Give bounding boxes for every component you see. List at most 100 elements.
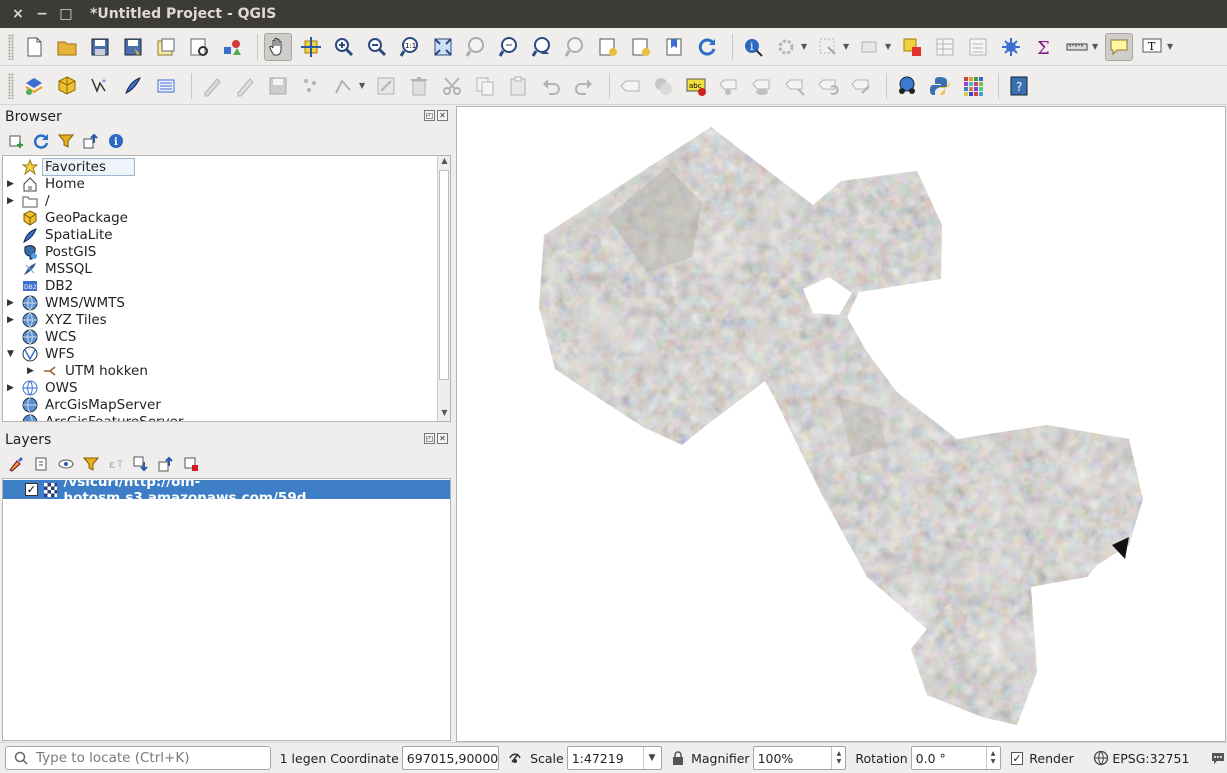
rotation-spinbox[interactable]: 0.0 ° ▲ ▼ [910,746,1001,770]
collapsed-arrow-icon[interactable]: ▶ [7,383,21,393]
pan-button[interactable] [264,32,292,61]
new-project-button[interactable] [20,33,48,61]
toolbar-grip[interactable] [8,33,14,60]
field-calculator-button[interactable] [964,33,992,61]
pin-labels-button[interactable] [649,72,677,100]
chevron-down-icon[interactable]: ▼ [642,747,661,769]
zoom-to-selection-button[interactable] [462,33,490,61]
map-tips-button[interactable] [1105,32,1133,61]
refresh-icon[interactable] [32,132,50,150]
open-project-button[interactable] [53,33,81,61]
collapse-all-icon[interactable] [157,455,175,473]
browser-item[interactable]: WCS [3,328,76,345]
rotate-label-button[interactable] [814,72,842,100]
zoom-in-button[interactable] [330,33,358,61]
layers-tree[interactable]: ✓ /vsicurl/http://oin-hotosm.s3.amazonaw… [2,478,451,741]
expanded-arrow-icon[interactable]: ▼ [7,349,21,359]
new-bookmark-button[interactable] [660,33,688,61]
toolbar-grip[interactable] [8,72,14,99]
extents-toggle-icon[interactable] [507,749,525,767]
add-selected-layers-icon[interactable] [7,132,25,150]
browser-item[interactable]: Favorites [3,157,135,176]
scrollbar-thumb[interactable] [439,170,449,380]
collapsed-arrow-icon[interactable]: ▶ [7,179,21,189]
browser-item[interactable]: ▶ / [3,192,50,209]
browser-item[interactable]: MSSQL [3,260,92,277]
change-label-button[interactable] [847,72,875,100]
style-manager-button[interactable] [218,33,246,61]
annotation-dropdown[interactable]: ▼ [1167,42,1176,51]
data-source-manager-button[interactable] [20,72,48,100]
remove-layer-icon[interactable] [182,455,200,473]
save-project-button[interactable] [86,33,114,61]
pan-to-selection-button[interactable] [297,33,325,61]
move-label-button[interactable] [781,72,809,100]
filter-legend-icon[interactable] [82,455,100,473]
refresh-button[interactable] [693,33,721,61]
undo-button[interactable] [537,72,565,100]
browser-item[interactable]: ArcGisFeatureServer [3,413,183,421]
help-button[interactable]: ? [1005,72,1033,100]
close-panel-icon[interactable]: ✕ [437,433,448,444]
expand-all-icon[interactable] [132,455,150,473]
text-annotation-button[interactable]: T [1138,33,1166,61]
browser-item[interactable]: ▶ Home [3,175,85,192]
show-hide-labels-button[interactable] [748,72,776,100]
select-value-dropdown[interactable]: ▼ [885,42,894,51]
browser-item[interactable]: ▶ UTM hokken [23,362,148,379]
select-by-value-button[interactable] [856,33,884,61]
new-3d-view-button[interactable] [627,33,655,61]
new-geopackage-layer-button[interactable] [53,72,81,100]
modify-attributes-button[interactable] [372,72,400,100]
browser-tree[interactable]: Favorites ▶ Home ▶ / GeoPackage SpatiaLite Post… [2,155,451,422]
vertex-tool-button[interactable] [330,72,358,100]
undock-icon[interactable]: ◰ [424,433,435,444]
layer-item[interactable]: ✓ /vsicurl/http://oin-hotosm.s3.amazonaw… [3,479,450,506]
copy-features-button[interactable] [471,72,499,100]
browser-item[interactable]: ArcGisMapServer [3,396,161,413]
scale-combobox[interactable]: 1:47219 ▼ [566,746,662,770]
attribute-table-button[interactable] [931,33,959,61]
manage-visibility-icon[interactable] [57,455,75,473]
zoom-next-button[interactable] [561,33,589,61]
collapse-all-icon[interactable] [82,132,100,150]
coordinate-field[interactable]: 697015,9000090 [401,746,499,770]
zoom-out-button[interactable] [363,33,391,61]
open-layer-styling-icon[interactable] [7,455,25,473]
crs-globe-icon[interactable] [1092,749,1110,767]
browser-item[interactable]: ▶ OWS [3,379,78,396]
new-shapefile-layer-button[interactable]: * [86,72,114,100]
zoom-native-button[interactable]: 1:1 [396,33,424,61]
layer-labeling-button[interactable] [715,72,743,100]
select-features-button[interactable] [814,33,842,61]
locator-search-input[interactable]: Type to locate (Ctrl+K) [5,746,271,770]
print-layout-button[interactable] [152,33,180,61]
deselect-button[interactable] [898,33,926,61]
browser-item[interactable]: ▶ WMS/WMTS [3,294,125,311]
redo-button[interactable] [570,72,598,100]
save-as-button[interactable] [119,33,147,61]
cut-features-button[interactable] [438,72,466,100]
browser-item[interactable]: GeoPackage [3,209,128,226]
minimize-window-button[interactable]: − [30,0,54,28]
messages-icon[interactable] [1209,749,1227,767]
add-feature-button[interactable] [297,72,325,100]
paste-features-button[interactable] [504,72,532,100]
measure-dropdown[interactable]: ▼ [1092,42,1101,51]
filter-browser-icon[interactable] [57,132,75,150]
layout-manager-button[interactable] [185,33,213,61]
identify-button[interactable]: i [739,33,767,61]
georeferencer-button[interactable] [893,72,921,100]
browser-item[interactable]: ▼ WFS [3,345,74,362]
browser-item[interactable]: DB2 DB2 [3,277,73,294]
select-dropdown[interactable]: ▼ [843,42,852,51]
zoom-full-button[interactable] [429,33,457,61]
undock-icon[interactable]: ◰ [424,110,435,121]
layer-visibility-checkbox[interactable]: ✓ [25,483,38,496]
toggle-editing-button[interactable] [231,72,259,100]
new-spatialite-layer-button[interactable] [119,72,147,100]
label-toolbar-button[interactable] [616,72,644,100]
collapsed-arrow-icon[interactable]: ▶ [7,315,21,325]
info-icon[interactable]: i [107,132,125,150]
scroll-down-icon[interactable]: ▼ [438,408,450,421]
